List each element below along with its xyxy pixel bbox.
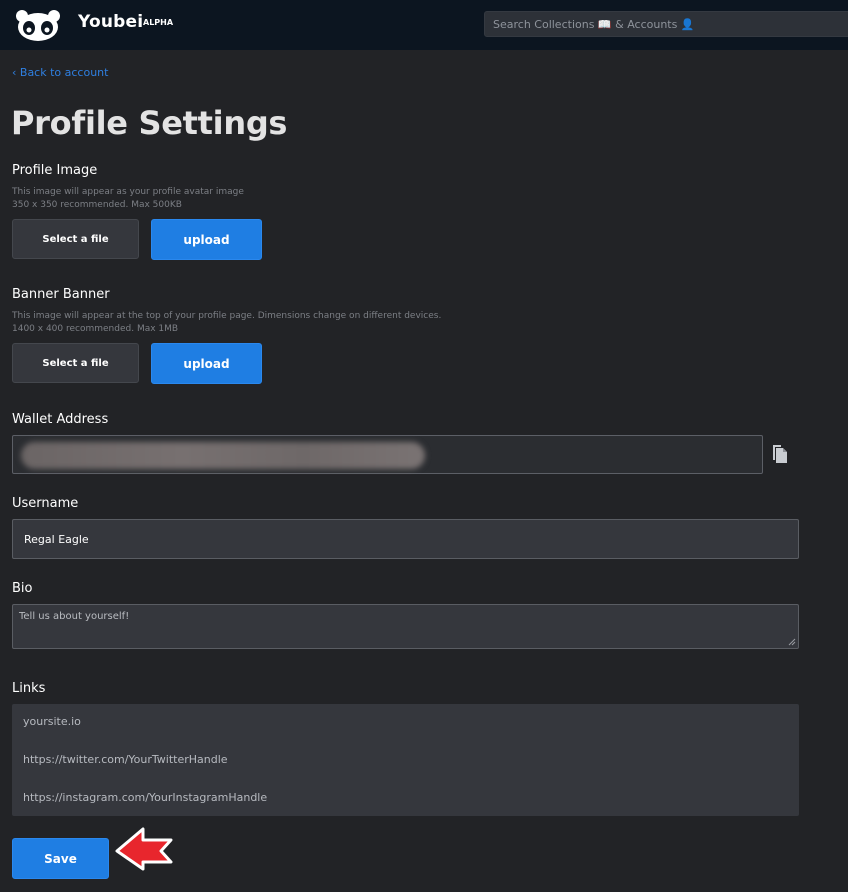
annotation-arrow-icon: [115, 827, 173, 871]
profile-image-label: Profile Image: [12, 163, 98, 178]
username-label: Username: [12, 496, 79, 511]
search-input[interactable]: [485, 12, 848, 36]
brand-name[interactable]: Youbei: [78, 12, 143, 32]
profile-image-size-hint: 350 x 350 recommended. Max 500KB: [12, 200, 182, 210]
banner-upload-button[interactable]: upload: [151, 343, 262, 384]
profile-select-file-button[interactable]: Select a file: [12, 219, 139, 259]
wallet-address-label: Wallet Address: [12, 412, 109, 427]
resize-handle-icon[interactable]: [788, 638, 796, 646]
banner-image-label: Banner Banner: [12, 287, 110, 302]
links-label: Links: [12, 681, 46, 696]
links-textarea[interactable]: yoursite.io https://twitter.com/YourTwit…: [12, 704, 799, 816]
panda-logo-icon[interactable]: [13, 8, 63, 42]
bio-textarea[interactable]: [13, 605, 798, 648]
bio-label: Bio: [12, 581, 33, 596]
bio-field[interactable]: [12, 604, 799, 649]
username-field[interactable]: [12, 519, 799, 559]
banner-select-file-button[interactable]: Select a file: [12, 343, 139, 383]
back-to-account-link[interactable]: ‹ Back to account: [12, 66, 108, 79]
page-title: Profile Settings: [11, 104, 288, 142]
save-button[interactable]: Save: [12, 838, 109, 879]
banner-image-hint: This image will appear at the top of you…: [12, 311, 442, 321]
search-bar[interactable]: [484, 11, 848, 37]
link-item: https://twitter.com/YourTwitterHandle: [23, 753, 228, 766]
top-bar: Youbei ALPHA: [0, 0, 848, 50]
link-item: https://instagram.com/YourInstagramHandl…: [23, 791, 268, 804]
username-input[interactable]: [13, 520, 798, 558]
copy-icon[interactable]: [772, 444, 790, 464]
redacted-wallet-value: [21, 442, 425, 469]
profile-upload-button[interactable]: upload: [151, 219, 262, 260]
wallet-address-field[interactable]: [12, 435, 763, 474]
link-item: yoursite.io: [23, 715, 81, 728]
profile-image-hint: This image will appear as your profile a…: [12, 187, 244, 197]
banner-image-size-hint: 1400 x 400 recommended. Max 1MB: [12, 324, 179, 334]
alpha-badge: ALPHA: [143, 18, 174, 27]
